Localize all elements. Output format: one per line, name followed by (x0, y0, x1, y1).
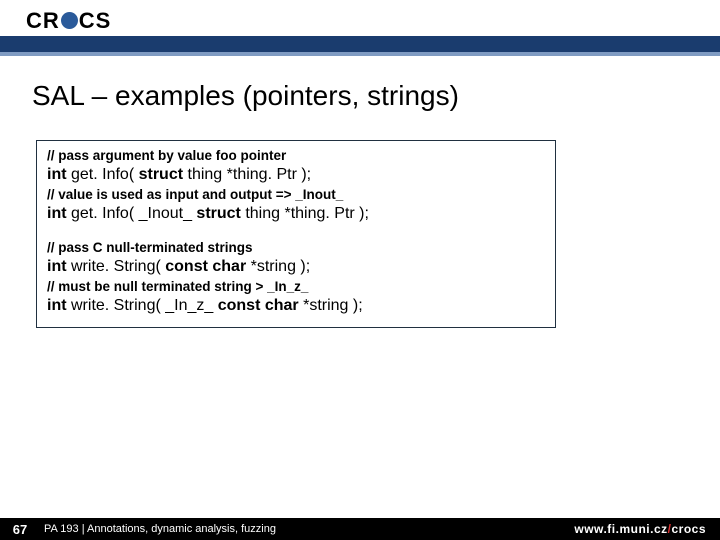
kw: int (47, 205, 71, 222)
code-box: // pass argument by value foo pointer in… (36, 140, 556, 328)
txt: write. String( _In_z_ (71, 297, 218, 314)
footer-url-prefix: www.fi.muni.cz (574, 522, 667, 536)
code-line-2: int get. Info( _Inout_ struct thing *thi… (47, 204, 545, 225)
txt: thing *thing. Ptr ); (245, 205, 369, 222)
footer-url: www.fi.muni.cz/crocs (574, 522, 706, 536)
kw: const char (218, 297, 303, 314)
kw: int (47, 258, 71, 275)
code-line-3: int write. String( const char *string ); (47, 257, 545, 278)
txt: thing *thing. Ptr ); (188, 166, 312, 183)
kw: struct (196, 205, 245, 222)
slide: CRCS SAL – examples (pointers, strings) … (0, 0, 720, 540)
comment-2: // value is used as input and output => … (47, 186, 545, 204)
txt: *string ); (251, 258, 311, 275)
kw: int (47, 297, 71, 314)
logo-dot-icon (61, 12, 78, 29)
kw: struct (139, 166, 188, 183)
comment-4: // must be null terminated string > _In_… (47, 278, 545, 296)
footer-url-suffix: crocs (671, 522, 706, 536)
txt: *string ); (303, 297, 363, 314)
kw: int (47, 166, 71, 183)
txt: get. Info( (71, 166, 139, 183)
logo-text-right: CS (79, 8, 112, 33)
kw: const char (165, 258, 250, 275)
code-line-1: int get. Info( struct thing *thing. Ptr … (47, 165, 545, 186)
header-bar-dark (0, 36, 720, 52)
page-number: 67 (0, 522, 40, 537)
logo: CR CS (26, 8, 111, 34)
footer-text: PA 193 | Annotations, dynamic analysis, … (44, 523, 276, 535)
txt: get. Info( _Inout_ (71, 205, 196, 222)
footer: 67 PA 193 | Annotations, dynamic analysi… (0, 518, 720, 540)
txt: write. String( (71, 258, 165, 275)
spacer (47, 225, 545, 239)
logo-text-left: CR (26, 8, 60, 33)
page-title: SAL – examples (pointers, strings) (32, 80, 459, 112)
header-bar-light (0, 52, 720, 56)
header: CR CS (0, 0, 720, 56)
code-line-4: int write. String( _In_z_ const char *st… (47, 296, 545, 317)
comment-3: // pass C null-terminated strings (47, 239, 545, 257)
comment-1: // pass argument by value foo pointer (47, 147, 545, 165)
